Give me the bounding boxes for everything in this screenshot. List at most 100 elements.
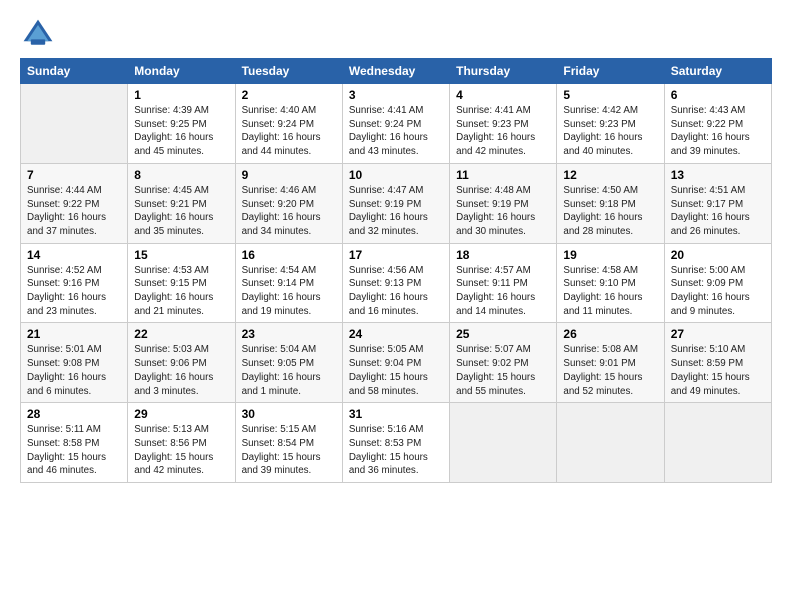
day-number: 24 <box>349 327 443 341</box>
calendar-cell: 6Sunrise: 4:43 AM Sunset: 9:22 PM Daylig… <box>664 84 771 164</box>
calendar-cell: 7 Sunrise: 4:44 AM Sunset: 9:22 PM Daylig… <box>21 163 128 243</box>
day-info: Sunrise: 5:04 AM Sunset: 9:05 PM Dayligh… <box>242 343 336 398</box>
calendar-table: SundayMondayTuesdayWednesdayThursdayFrid… <box>20 58 772 483</box>
day-number: 26 <box>563 327 657 341</box>
calendar-cell <box>450 403 557 483</box>
day-number: 29 <box>134 407 228 421</box>
day-info: Sunrise: 5:15 AM Sunset: 8:54 PM Dayligh… <box>242 423 336 478</box>
weekday-header: Saturday <box>664 59 771 84</box>
day-number: 14 <box>27 248 121 262</box>
day-info: Sunrise: 5:03 AM Sunset: 9:06 PM Dayligh… <box>134 343 228 398</box>
weekday-header: Wednesday <box>342 59 449 84</box>
calendar-cell: 2Sunrise: 4:40 AM Sunset: 9:24 PM Daylig… <box>235 84 342 164</box>
day-number: 16 <box>242 248 336 262</box>
day-number: 15 <box>134 248 228 262</box>
calendar-cell: 3 Sunrise: 4:41 AM Sunset: 9:24 PM Daylig… <box>342 84 449 164</box>
calendar-cell: 10 Sunrise: 4:47 AM Sunset: 9:19 PM Dayli… <box>342 163 449 243</box>
day-number: 23 <box>242 327 336 341</box>
day-info: Sunrise: 4:58 AM Sunset: 9:10 PM Dayligh… <box>563 264 657 319</box>
day-number: 10 <box>349 168 443 182</box>
day-number: 9 <box>242 168 336 182</box>
day-info: Sunrise: 4:45 AM Sunset: 9:21 PM Dayligh… <box>134 184 228 239</box>
calendar-cell: 28Sunrise: 5:11 AM Sunset: 8:58 PM Dayli… <box>21 403 128 483</box>
day-number: 30 <box>242 407 336 421</box>
weekday-header: Thursday <box>450 59 557 84</box>
calendar-cell: 11Sunrise: 4:48 AM Sunset: 9:19 PM Dayli… <box>450 163 557 243</box>
day-number: 8 <box>134 168 228 182</box>
calendar-cell: 24 Sunrise: 5:05 AM Sunset: 9:04 PM Dayli… <box>342 323 449 403</box>
weekday-header: Friday <box>557 59 664 84</box>
day-number: 25 <box>456 327 550 341</box>
day-number: 18 <box>456 248 550 262</box>
calendar-cell: 18Sunrise: 4:57 AM Sunset: 9:11 PM Dayli… <box>450 243 557 323</box>
calendar-cell: 1 Sunrise: 4:39 AM Sunset: 9:25 PM Daylig… <box>128 84 235 164</box>
day-info: Sunrise: 4:54 AM Sunset: 9:14 PM Dayligh… <box>242 264 336 319</box>
day-info: Sunrise: 5:05 AM Sunset: 9:04 PM Dayligh… <box>349 343 443 398</box>
calendar-cell <box>557 403 664 483</box>
day-info: Sunrise: 5:16 AM Sunset: 8:53 PM Dayligh… <box>349 423 443 478</box>
day-info: Sunrise: 4:44 AM Sunset: 9:22 PM Dayligh… <box>27 184 121 239</box>
day-number: 7 <box>27 168 121 182</box>
day-number: 12 <box>563 168 657 182</box>
day-info: Sunrise: 4:52 AM Sunset: 9:16 PM Dayligh… <box>27 264 121 319</box>
day-info: Sunrise: 4:48 AM Sunset: 9:19 PM Dayligh… <box>456 184 550 239</box>
day-info: Sunrise: 5:11 AM Sunset: 8:58 PM Dayligh… <box>27 423 121 478</box>
day-info: Sunrise: 4:43 AM Sunset: 9:22 PM Dayligh… <box>671 104 765 159</box>
calendar-cell: 27 Sunrise: 5:10 AM Sunset: 8:59 PM Dayli… <box>664 323 771 403</box>
calendar-cell: 25Sunrise: 5:07 AM Sunset: 9:02 PM Dayli… <box>450 323 557 403</box>
calendar-cell: 22 Sunrise: 5:03 AM Sunset: 9:06 PM Dayli… <box>128 323 235 403</box>
day-number: 13 <box>671 168 765 182</box>
page-header <box>20 16 772 52</box>
weekday-header: Monday <box>128 59 235 84</box>
day-number: 27 <box>671 327 765 341</box>
day-number: 21 <box>27 327 121 341</box>
calendar-week-row: 14 Sunrise: 4:52 AM Sunset: 9:16 PM Dayli… <box>21 243 772 323</box>
calendar-week-row: 28Sunrise: 5:11 AM Sunset: 8:58 PM Dayli… <box>21 403 772 483</box>
calendar-cell: 9Sunrise: 4:46 AM Sunset: 9:20 PM Daylig… <box>235 163 342 243</box>
day-info: Sunrise: 4:47 AM Sunset: 9:19 PM Dayligh… <box>349 184 443 239</box>
calendar-header-row: SundayMondayTuesdayWednesdayThursdayFrid… <box>21 59 772 84</box>
calendar-week-row: 1 Sunrise: 4:39 AM Sunset: 9:25 PM Daylig… <box>21 84 772 164</box>
calendar-cell: 4 Sunrise: 4:41 AM Sunset: 9:23 PM Daylig… <box>450 84 557 164</box>
calendar-cell: 15 Sunrise: 4:53 AM Sunset: 9:15 PM Dayli… <box>128 243 235 323</box>
day-number: 19 <box>563 248 657 262</box>
day-number: 31 <box>349 407 443 421</box>
calendar-cell: 13 Sunrise: 4:51 AM Sunset: 9:17 PM Dayli… <box>664 163 771 243</box>
calendar-cell: 30 Sunrise: 5:15 AM Sunset: 8:54 PM Dayli… <box>235 403 342 483</box>
calendar-cell <box>21 84 128 164</box>
calendar-cell: 23 Sunrise: 5:04 AM Sunset: 9:05 PM Dayli… <box>235 323 342 403</box>
calendar-week-row: 21 Sunrise: 5:01 AM Sunset: 9:08 PM Dayli… <box>21 323 772 403</box>
calendar-cell: 16 Sunrise: 4:54 AM Sunset: 9:14 PM Dayli… <box>235 243 342 323</box>
day-info: Sunrise: 4:40 AM Sunset: 9:24 PM Dayligh… <box>242 104 336 159</box>
day-info: Sunrise: 5:00 AM Sunset: 9:09 PM Dayligh… <box>671 264 765 319</box>
day-info: Sunrise: 5:01 AM Sunset: 9:08 PM Dayligh… <box>27 343 121 398</box>
day-number: 22 <box>134 327 228 341</box>
day-info: Sunrise: 5:10 AM Sunset: 8:59 PM Dayligh… <box>671 343 765 398</box>
logo-icon <box>20 16 56 52</box>
calendar-cell: 19 Sunrise: 4:58 AM Sunset: 9:10 PM Dayli… <box>557 243 664 323</box>
day-info: Sunrise: 4:39 AM Sunset: 9:25 PM Dayligh… <box>134 104 228 159</box>
calendar-cell: 21 Sunrise: 5:01 AM Sunset: 9:08 PM Dayli… <box>21 323 128 403</box>
day-number: 17 <box>349 248 443 262</box>
day-info: Sunrise: 4:41 AM Sunset: 9:24 PM Dayligh… <box>349 104 443 159</box>
weekday-header: Tuesday <box>235 59 342 84</box>
calendar-cell: 31 Sunrise: 5:16 AM Sunset: 8:53 PM Dayli… <box>342 403 449 483</box>
day-info: Sunrise: 4:51 AM Sunset: 9:17 PM Dayligh… <box>671 184 765 239</box>
logo <box>20 16 60 52</box>
day-number: 1 <box>134 88 228 102</box>
day-number: 3 <box>349 88 443 102</box>
day-info: Sunrise: 4:56 AM Sunset: 9:13 PM Dayligh… <box>349 264 443 319</box>
calendar-cell: 17 Sunrise: 4:56 AM Sunset: 9:13 PM Dayli… <box>342 243 449 323</box>
day-number: 5 <box>563 88 657 102</box>
calendar-cell: 20 Sunrise: 5:00 AM Sunset: 9:09 PM Dayli… <box>664 243 771 323</box>
day-info: Sunrise: 5:13 AM Sunset: 8:56 PM Dayligh… <box>134 423 228 478</box>
day-number: 20 <box>671 248 765 262</box>
calendar-cell: 14 Sunrise: 4:52 AM Sunset: 9:16 PM Dayli… <box>21 243 128 323</box>
day-info: Sunrise: 5:08 AM Sunset: 9:01 PM Dayligh… <box>563 343 657 398</box>
calendar-cell: 12Sunrise: 4:50 AM Sunset: 9:18 PM Dayli… <box>557 163 664 243</box>
calendar-cell: 29 Sunrise: 5:13 AM Sunset: 8:56 PM Dayli… <box>128 403 235 483</box>
day-info: Sunrise: 4:41 AM Sunset: 9:23 PM Dayligh… <box>456 104 550 159</box>
day-number: 4 <box>456 88 550 102</box>
day-info: Sunrise: 4:53 AM Sunset: 9:15 PM Dayligh… <box>134 264 228 319</box>
calendar-cell: 5Sunrise: 4:42 AM Sunset: 9:23 PM Daylig… <box>557 84 664 164</box>
